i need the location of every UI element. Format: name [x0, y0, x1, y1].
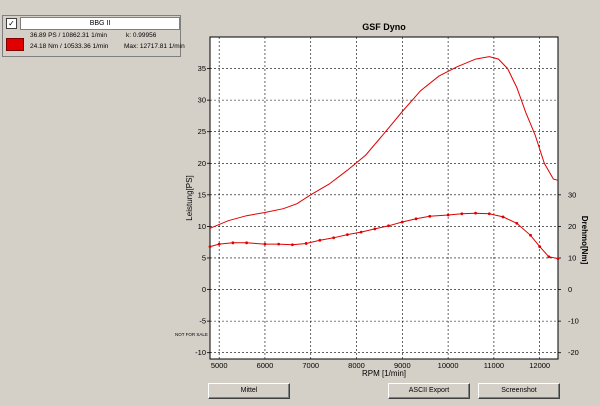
- y2-tick-label: 20: [568, 222, 576, 231]
- mittel-button[interactable]: Mittel: [208, 383, 290, 399]
- drehmoment-point: [538, 245, 542, 249]
- drehmoment-point: [345, 233, 349, 237]
- drehmoment-point: [529, 233, 532, 237]
- x-tick-label: 10000: [438, 361, 459, 370]
- y-tick-label: 10: [198, 222, 206, 231]
- y-tick-label: 30: [198, 96, 206, 105]
- drehmoment-point: [263, 242, 267, 246]
- drehmoment-point: [291, 243, 294, 247]
- drehmoment-point: [556, 257, 560, 261]
- ascii-export-button[interactable]: ASCII Export: [388, 383, 470, 399]
- drehmoment-point: [277, 242, 281, 246]
- drehmoment-point: [547, 255, 551, 259]
- y-tick-label: 0: [202, 285, 206, 294]
- drehmoment-point: [208, 245, 212, 249]
- drehmoment-point: [245, 241, 249, 245]
- drehmoment-point: [318, 238, 322, 242]
- x-tick-label: 5000: [211, 361, 228, 370]
- y2-tick-label: -10: [568, 317, 579, 326]
- dyno-chart: 5000 6000 7000 8000 9000 10000 11000 12000 -10-…: [175, 22, 589, 378]
- drehmoment-point: [460, 212, 464, 216]
- drehmoment-point: [387, 224, 390, 228]
- y-axis-label: Leistung[PS]: [185, 175, 194, 220]
- y-tick-label: 5: [202, 253, 206, 262]
- drehmoment-point: [515, 221, 519, 225]
- y-tick-label: 35: [198, 64, 206, 73]
- y2-tick-label: 30: [568, 190, 576, 199]
- x-tick-label: 12000: [529, 361, 550, 370]
- drehmoment-point: [332, 236, 336, 240]
- drehmoment-point: [474, 211, 477, 215]
- x-tick-label: 6000: [257, 361, 274, 370]
- drehmoment-point: [501, 215, 505, 219]
- screenshot-button[interactable]: Screenshot: [478, 383, 560, 399]
- x-tick-label: 11000: [484, 361, 504, 370]
- y2-tick-label: 0: [568, 285, 572, 294]
- drehmoment-point: [487, 212, 491, 216]
- drehmoment-point: [359, 230, 363, 234]
- drehmoment-point: [428, 214, 432, 218]
- y2-tick-labels: -20 -10 0 10 20 30: [558, 190, 579, 357]
- drehmoment-point: [304, 242, 308, 245]
- drehmoment-point: [373, 227, 377, 231]
- y-tick-labels: -10 -5 0 5 10 15 20 25 30 35: [195, 64, 210, 357]
- drehmoment-point: [400, 220, 404, 224]
- x-tick-label: 7000: [302, 361, 319, 370]
- y-tick-label: -5: [199, 317, 206, 326]
- drehmoment-point: [217, 242, 221, 246]
- drehmoment-point: [231, 241, 235, 245]
- drehmoment-point: [414, 217, 418, 221]
- y-tick-label: -10: [195, 348, 206, 357]
- plot-area: [209, 36, 559, 360]
- y-tick-label: 15: [198, 190, 206, 199]
- y2-tick-label: -20: [568, 348, 579, 357]
- watermark-text: NOT FOR SALE: [175, 332, 208, 337]
- x-axis-label: RPM [1/min]: [362, 369, 406, 378]
- chart-title: GSF Dyno: [362, 22, 406, 32]
- y-tick-label: 20: [198, 159, 206, 168]
- y2-axis-label: Drehmo[Nm]: [580, 216, 589, 265]
- y-tick-label: 25: [198, 127, 206, 136]
- y2-tick-label: 10: [568, 253, 576, 262]
- drehmoment-point: [446, 213, 450, 217]
